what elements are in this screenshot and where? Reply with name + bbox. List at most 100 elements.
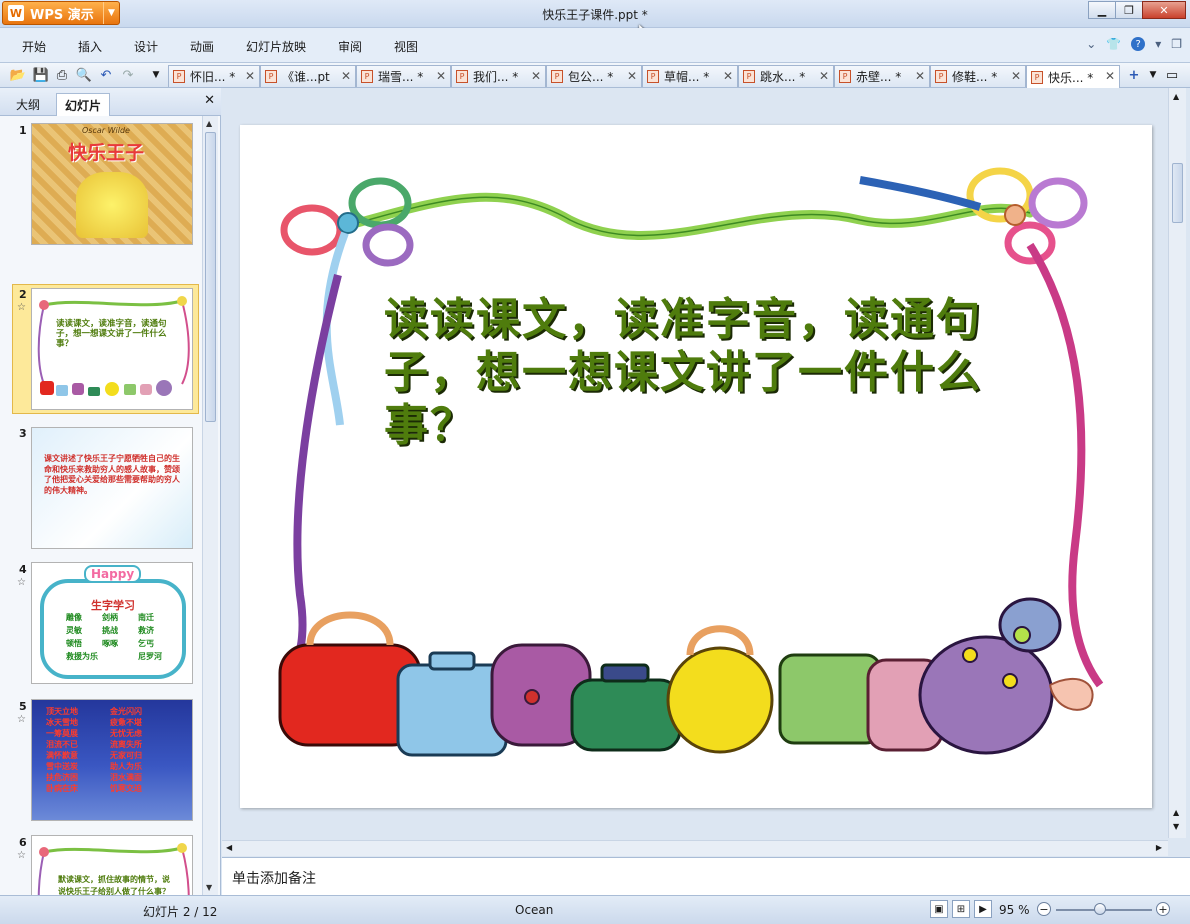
close-tab-icon[interactable]: ✕ (531, 69, 541, 83)
scroll-down-icon[interactable]: ▼ (206, 883, 212, 892)
thumbnail-slide-3[interactable]: 课文讲述了快乐王子宁愿牺牲自己的生命和快乐来救助穷人的感人故事，赞颂了他把爱心关… (31, 427, 193, 549)
doc-tab-active[interactable]: P 快乐... * ✕ (1026, 65, 1120, 88)
help-dropdown-icon[interactable]: ▾ (1155, 37, 1161, 51)
theme-name: Ocean (515, 903, 554, 917)
thumbnail-slide-6[interactable]: 默读课文，抓住故事的情节，说说快乐王子给别人做了什么事？ (31, 835, 193, 895)
ppt-file-icon: P (839, 70, 851, 83)
editor-vertical-scrollbar[interactable]: ▲ ▲ ▼ (1168, 88, 1186, 838)
menu-slideshow[interactable]: 幻灯片放映 (246, 38, 306, 55)
word: 尼罗河 (138, 652, 162, 661)
slide-number: 5 (19, 700, 27, 713)
doc-tab-4[interactable]: P 我们... * ✕ (451, 65, 546, 87)
thumbnail-slide-4[interactable]: Happy 生字学习 雕像 剑柄 南迁 灵敏 挑战 救济 顿悟 啄啄 乞丐 救援… (31, 562, 193, 684)
close-tab-icon[interactable]: ✕ (723, 69, 733, 83)
slide-sorter-icon[interactable]: ⊞ (952, 900, 970, 918)
print-preview-icon[interactable]: 🔍 (76, 67, 92, 83)
scrollbar-thumb[interactable] (205, 132, 216, 422)
doc-tab-7[interactable]: P 跳水... * ✕ (738, 65, 834, 87)
close-tab-icon[interactable]: ✕ (915, 69, 925, 83)
close-pane-icon[interactable]: ✕ (204, 93, 215, 108)
word: 饥寒交迫 (110, 784, 142, 793)
thumbnail-slide-5[interactable]: 顶天立地 金光闪闪 冰天雪地 疲惫不堪 一筹莫展 无忧无虑 泪流不已 流离失所 … (31, 699, 193, 821)
status-bar: 幻灯片 2 / 12 Ocean ▣ ⊞ ▶ 95 % − + (0, 895, 1190, 924)
new-tab-icon[interactable]: + (1126, 67, 1142, 83)
customize-toolbar-icon[interactable]: ▼ (148, 67, 164, 83)
word: 冰天雪地 (46, 718, 78, 727)
collapse-ribbon-icon[interactable]: ⌄ (1086, 37, 1096, 51)
word: 扶危济困 (46, 773, 78, 782)
close-tab-icon[interactable]: ✕ (819, 69, 829, 83)
skin-shirt-icon[interactable]: 👕 (1106, 37, 1121, 51)
tab-outline[interactable]: 大纲 (8, 93, 48, 116)
menu-bar: 开始 插入 设计 动画 幻灯片放映 审阅 视图 ⌄ 👕 ? ▾ ❐ (0, 28, 1190, 62)
prev-slide-icon[interactable]: ▲ (1173, 808, 1179, 817)
close-tab-icon[interactable]: ✕ (1105, 69, 1115, 83)
thumbnail-slide-2[interactable]: 读读课文，读准字音，读通句子，想一想课文讲了一件什么事？ (31, 288, 193, 410)
tab-layout-icon[interactable]: ▭ (1164, 67, 1180, 83)
scroll-right-icon[interactable]: ▶ (1156, 843, 1162, 852)
editor-horizontal-scrollbar[interactable]: ◀ ▶ (222, 840, 1168, 856)
doc-tab-6[interactable]: P 草帽... * ✕ (642, 65, 738, 87)
normal-view-icon[interactable]: ▣ (930, 900, 948, 918)
thumbnail-slide-1[interactable]: Oscar Wilde 快乐王子 (31, 123, 193, 245)
ribbon-frame-mini (37, 296, 190, 396)
open-folder-icon[interactable]: 📂 (10, 67, 26, 83)
ppt-file-icon: P (173, 70, 185, 83)
close-tab-icon[interactable]: ✕ (436, 69, 446, 83)
menu-review[interactable]: 审阅 (338, 38, 362, 55)
close-tab-icon[interactable]: ✕ (1011, 69, 1021, 83)
thumbnail-text: 默读课文，抓住故事的情节，说说快乐王子给别人做了什么事？ (58, 875, 170, 895)
scroll-left-icon[interactable]: ◀ (226, 843, 232, 852)
maximize-button[interactable]: ❐ (1115, 1, 1143, 19)
tab-slides[interactable]: 幻灯片 (56, 93, 111, 116)
zoom-in-icon[interactable]: + (1156, 902, 1170, 916)
doc-tab-8[interactable]: P 赤壁... * ✕ (834, 65, 930, 87)
slide-number: 1 (19, 124, 27, 137)
slide-canvas[interactable]: 读读课文，读准字音，读通句子，想一想课文讲了一件什么事？ (240, 125, 1152, 808)
scrollbar-thumb[interactable] (1172, 163, 1183, 223)
close-tab-icon[interactable]: ✕ (341, 69, 351, 83)
slide-main-text[interactable]: 读读课文，读准字音，读通句子，想一想课文讲了一件什么事？ (384, 293, 1054, 452)
zoom-percent: 95 % (999, 903, 1030, 917)
help-icon[interactable]: ? (1131, 37, 1146, 51)
scroll-up-icon[interactable]: ▲ (1173, 92, 1179, 101)
menu-view[interactable]: 视图 (394, 38, 418, 55)
doc-tab-2[interactable]: P 《谁...pt ✕ (260, 65, 356, 87)
word: 流离失所 (110, 740, 142, 749)
save-icon[interactable]: 💾 (33, 67, 49, 83)
print-icon[interactable]: ⎙ (54, 67, 70, 83)
slide-number: 3 (19, 427, 27, 440)
slide-editor: 读读课文，读准字音，读通句子，想一想课文讲了一件什么事？ ▲ ▲ ▼ ◀ ▶ 单… (222, 88, 1190, 895)
slideshow-play-icon[interactable]: ▶ (974, 900, 992, 918)
menu-design[interactable]: 设计 (134, 38, 158, 55)
doc-tab-3[interactable]: P 瑞雪... * ✕ (356, 65, 451, 87)
doc-tab-5[interactable]: P 包公... * ✕ (546, 65, 642, 87)
next-slide-icon[interactable]: ▼ (1173, 822, 1179, 831)
undo-icon[interactable]: ↶ (98, 67, 114, 83)
close-button[interactable]: ✕ (1142, 1, 1186, 19)
word: 金光闪闪 (110, 707, 142, 716)
zoom-slider-knob[interactable] (1094, 903, 1106, 915)
tab-list-dropdown-icon[interactable]: ▼ (1145, 67, 1161, 83)
close-tab-icon[interactable]: ✕ (627, 69, 637, 83)
scroll-up-icon[interactable]: ▲ (206, 119, 212, 128)
zoom-out-icon[interactable]: − (1037, 902, 1051, 916)
restore-icon[interactable]: ❐ (1171, 37, 1182, 51)
word: 满怀歉意 (46, 751, 78, 760)
word: 啄啄 (102, 639, 118, 648)
minimize-button[interactable]: ▁ (1088, 1, 1116, 19)
close-tab-icon[interactable]: ✕ (245, 69, 255, 83)
slide-number: 6 (19, 836, 27, 849)
thumbnail-scrollbar[interactable]: ▲ ▼ (202, 116, 218, 895)
word: 救济 (138, 626, 154, 635)
ppt-file-icon: P (456, 70, 468, 83)
menu-animation[interactable]: 动画 (190, 38, 214, 55)
redo-icon[interactable]: ↷ (120, 67, 136, 83)
doc-tab-1[interactable]: P 怀旧... * ✕ (168, 65, 260, 87)
doc-tab-9[interactable]: P 修鞋... * ✕ (930, 65, 1026, 87)
notes-pane[interactable]: 单击添加备注 (222, 857, 1190, 895)
slide-number: 2 (19, 288, 27, 301)
menu-insert[interactable]: 插入 (78, 38, 102, 55)
menu-home[interactable]: 开始 (22, 38, 46, 55)
ppt-file-icon: P (935, 70, 947, 83)
